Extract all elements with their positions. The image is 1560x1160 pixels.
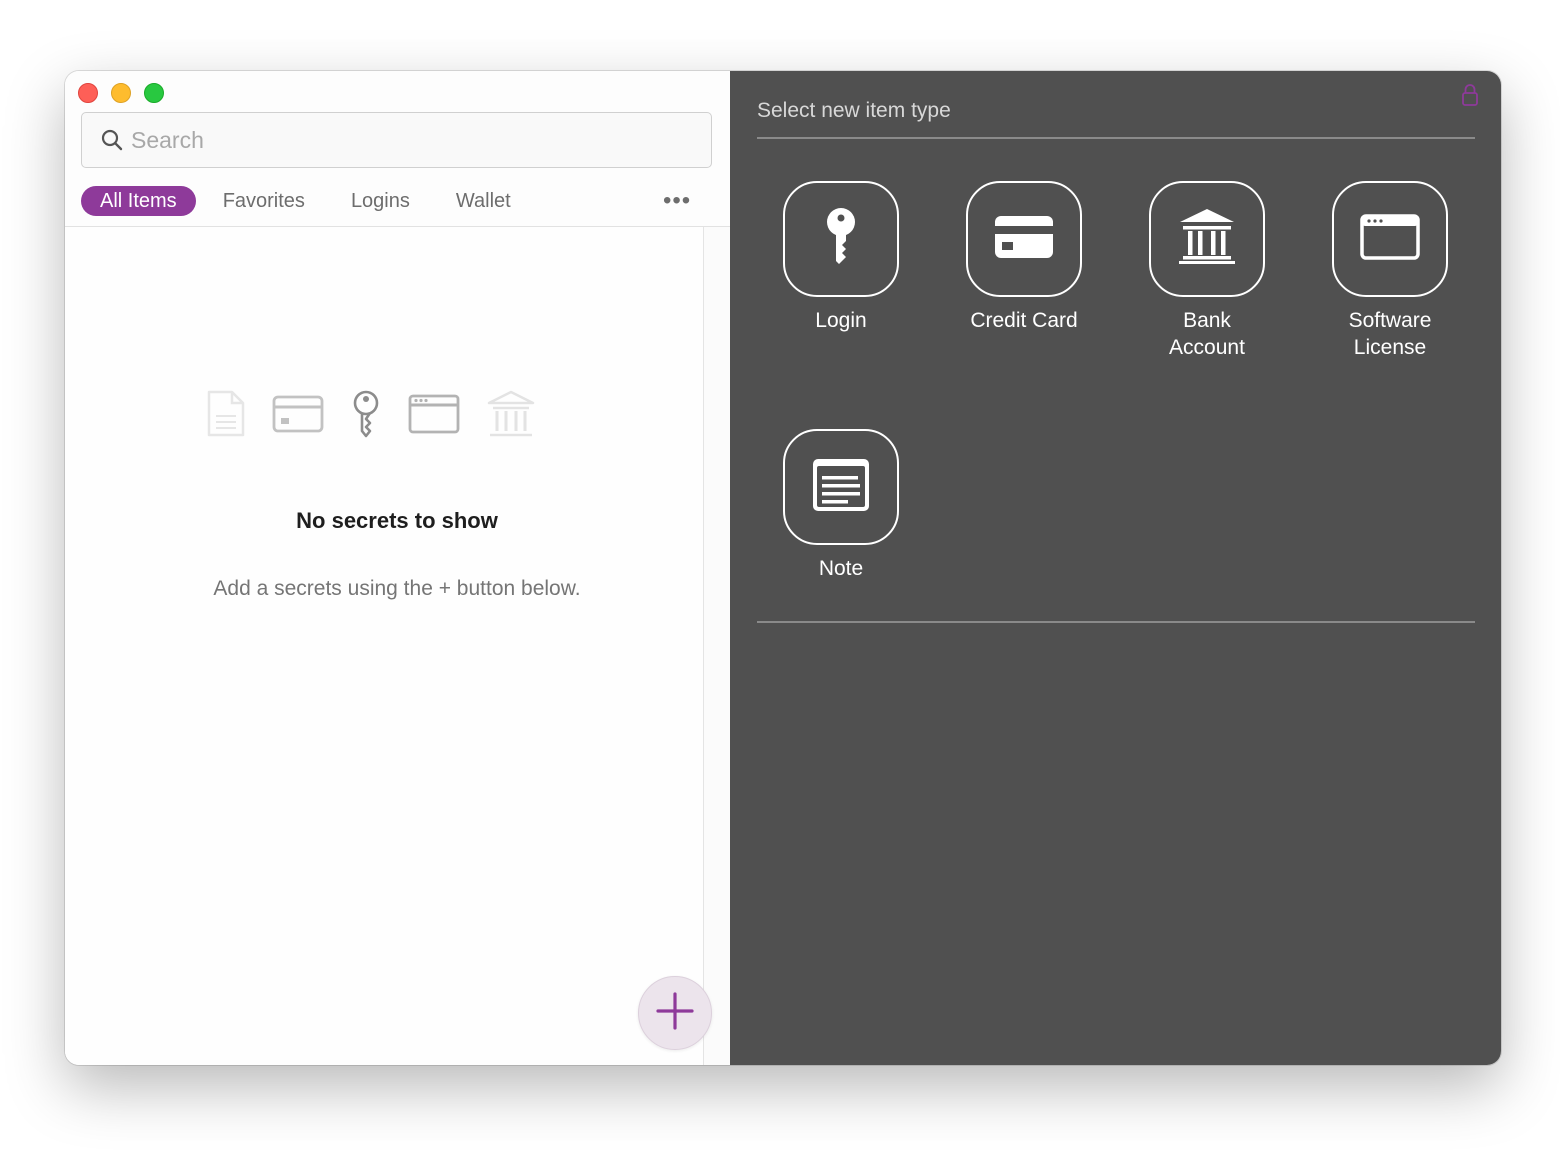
search-input[interactable]: [131, 126, 691, 154]
close-window-button[interactable]: [78, 83, 98, 103]
title-divider: [757, 137, 1475, 139]
note-icon: [205, 389, 247, 444]
more-tabs-button[interactable]: •••: [663, 189, 691, 213]
plus-icon: [655, 991, 695, 1036]
tab-all-items[interactable]: All Items: [81, 186, 196, 216]
credit-card-icon: [994, 215, 1054, 264]
bank-icon: [1177, 208, 1237, 271]
search-icon: [99, 127, 125, 153]
window-icon: [1360, 213, 1420, 265]
tab-wallet[interactable]: Wallet: [437, 186, 530, 216]
search-box: [81, 112, 712, 168]
sidebar-pane: All Items Favorites Logins Wallet •••: [65, 71, 730, 1065]
window-controls: [78, 83, 164, 103]
key-icon: [823, 207, 859, 272]
type-software-license-tile[interactable]: [1332, 181, 1448, 297]
type-login-label: Login: [815, 309, 867, 332]
new-item-title: Select new item type: [757, 99, 951, 122]
credit-card-icon: [272, 394, 324, 439]
type-credit-card-option[interactable]: Credit Card: [966, 181, 1082, 334]
list-scrollbar-track: [703, 227, 730, 1065]
filter-tabs: All Items Favorites Logins Wallet: [81, 185, 538, 217]
type-bank-account-label: Bank Account: [1169, 309, 1245, 359]
key-icon: [349, 389, 383, 444]
items-list: [65, 227, 703, 1065]
type-software-license-option[interactable]: Software License: [1332, 181, 1448, 361]
add-item-button[interactable]: [638, 976, 712, 1050]
tab-logins[interactable]: Logins: [332, 186, 429, 216]
type-credit-card-tile[interactable]: [966, 181, 1082, 297]
window-icon: [408, 393, 460, 440]
type-login-tile[interactable]: [783, 181, 899, 297]
empty-state-title: No secrets to show: [296, 508, 498, 533]
type-bank-account-tile[interactable]: [1149, 181, 1265, 297]
type-software-license-label: Software License: [1348, 309, 1432, 359]
empty-state-icons: [205, 389, 537, 444]
empty-state-subtitle: Add a secrets using the + button below.: [213, 577, 581, 600]
app-window: All Items Favorites Logins Wallet •••: [65, 71, 1501, 1065]
lock-icon[interactable]: [1462, 83, 1478, 112]
type-note-tile[interactable]: [783, 429, 899, 545]
note-icon: [812, 458, 870, 517]
minimize-window-button[interactable]: [111, 83, 131, 103]
grid-divider: [757, 621, 1475, 623]
type-bank-account-option[interactable]: Bank Account: [1149, 181, 1265, 361]
bank-icon: [485, 389, 537, 444]
type-note-label: Note: [818, 557, 864, 580]
type-note-option[interactable]: Note: [783, 429, 899, 582]
new-item-pane: Select new item type Login Credit Card B…: [730, 71, 1501, 1065]
type-login-option[interactable]: Login: [783, 181, 899, 334]
tab-favorites[interactable]: Favorites: [204, 186, 324, 216]
type-credit-card-label: Credit Card: [970, 309, 1078, 332]
zoom-window-button[interactable]: [144, 83, 164, 103]
